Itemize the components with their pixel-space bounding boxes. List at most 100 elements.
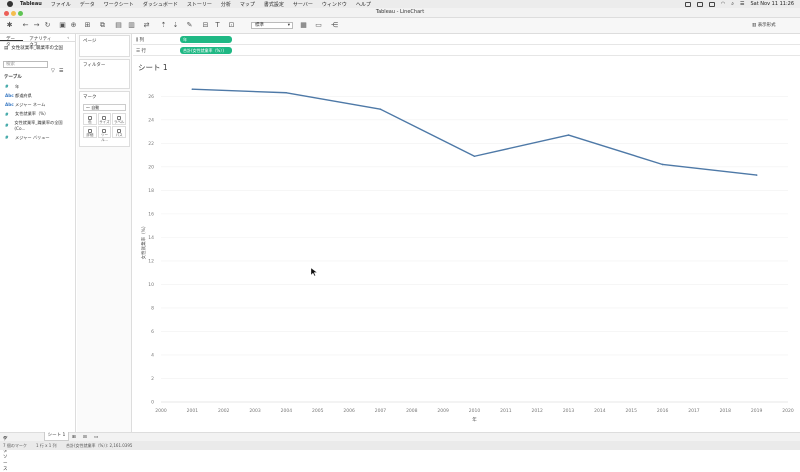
view-options-icon[interactable]: ☰ [59,68,63,74]
replay-icon[interactable]: ↻ [44,22,51,29]
sheet-tab[interactable]: シート 1 [44,432,69,441]
datasource-name: 女性就業率_職業率の全国 [11,46,64,51]
data-point [379,108,382,111]
field-name: メジャー ネーム [15,101,46,107]
new-sheet-tab-icon[interactable]: ⊞ [72,435,76,440]
fit-size-select[interactable]: 標準 ▾ [251,22,293,29]
dimension-icon: Abc [5,102,14,108]
y-tick-label: 0 [151,400,154,406]
menu-data[interactable]: データ [80,1,95,8]
rows-pill[interactable]: 合計(女性就業率（%）) [180,47,232,54]
series-line [192,88,757,176]
app-menu[interactable]: Tableau [20,1,42,7]
highlight-icon[interactable]: ✎ [186,22,193,29]
field-item[interactable]: # 女性就業率（%） [0,110,75,119]
columns-shelf[interactable]: ⫼ 列 年 [133,34,800,45]
menu-dashboard[interactable]: ダッシュボード [143,1,178,8]
tab-data[interactable]: データ [0,34,24,48]
x-tick-label: 2005 [312,408,324,414]
tableau-logo-icon[interactable]: ✱ [6,22,13,29]
x-tick-label: 2017 [688,408,700,414]
menu-window[interactable]: ウィンドウ [322,1,347,8]
collapse-icon[interactable]: ‹ [61,34,75,41]
new-sheet-icon[interactable]: ⊞ [84,22,91,29]
control-center-icon[interactable]: ☰ [740,1,744,7]
measure-icon: # [5,135,9,141]
x-axis-label: 年 [472,416,477,423]
clock: Sat Nov 11 11:26 [750,1,795,7]
field-item[interactable]: # 女性就業率_職業率の全国 (Co... [0,119,75,133]
path-icon [117,128,122,133]
fix-axes-icon[interactable]: ⊡ [228,22,235,29]
pages-card[interactable]: ページ [79,35,130,57]
detail-button[interactable]: 詳細 [83,126,97,138]
field-item[interactable]: # メジャー バリュー [0,133,75,142]
size-button[interactable]: サイズ [97,113,112,125]
chevron-down-icon: ▾ [287,23,290,28]
show-labels-icon[interactable]: ▦ [300,22,307,29]
label-icon[interactable]: T [214,22,221,29]
new-datasource-icon[interactable]: ⊕ [70,22,77,29]
show-me-button[interactable]: ▥ 表示形式 [752,22,776,28]
group-icon[interactable]: ⊟ [202,22,209,29]
wifi-icon[interactable]: ◠ [721,1,725,7]
measure-icon: # [5,84,9,90]
battery-icon[interactable] [708,1,715,7]
filter-icon[interactable]: ▽ [51,68,55,74]
data-point [473,155,476,158]
size-label: サイズ [99,120,110,124]
menu-help[interactable]: ヘルプ [356,1,371,8]
x-tick-label: 2009 [437,408,449,414]
undo-icon[interactable]: ← [22,22,29,29]
menu-format[interactable]: 書式設定 [264,1,284,8]
apple-icon[interactable] [7,1,13,7]
color-label: 色 [88,120,92,124]
y-tick-label: 22 [148,141,154,147]
menu-analysis[interactable]: 分析 [221,1,231,8]
duplicate-icon[interactable]: ⧉ [99,22,106,29]
tooltip-button[interactable]: ツール... [97,126,112,142]
x-tick-label: 2001 [187,408,199,414]
dimension-icon: Abc [5,93,14,99]
menu-story[interactable]: ストーリー [187,1,212,8]
tooltip-icon [102,128,107,133]
path-button[interactable]: パス [112,126,126,138]
field-item[interactable]: # 年 [0,82,75,91]
menu-server[interactable]: サーバー [293,1,313,8]
columns-pill[interactable]: 年 [180,36,232,43]
filters-card[interactable]: フィルター [79,59,130,89]
redo-icon[interactable]: → [33,22,40,29]
search-input[interactable]: 検索 [3,61,48,68]
detail-label: 詳細 [86,133,94,137]
label-button[interactable]: ラベル [112,113,126,125]
menu-map[interactable]: マップ [240,1,255,8]
share-icon[interactable]: ⋲ [331,22,338,29]
new-dashboard-tab-icon[interactable]: ⊟ [83,435,87,440]
line-chart[interactable]: 024681012141618202224262000 2001 2002 2003 2… [133,56,800,432]
presentation-icon[interactable]: ▭ [315,22,322,29]
field-item[interactable]: Abc メジャー ネーム [0,100,75,109]
status-icon[interactable] [696,1,703,7]
color-button[interactable]: 色 [83,113,97,125]
x-tick-label: 2004 [281,408,293,414]
x-tick-label: 2007 [375,408,387,414]
swap-icon[interactable]: ⇄ [143,22,150,29]
rows-shelf[interactable]: ☰ 行 合計(女性就業率（%）) [133,45,800,56]
new-story-tab-icon[interactable]: ▭ [94,435,98,440]
chart-type-icon[interactable]: ▤ [115,22,122,29]
x-tick-label: 2016 [657,408,669,414]
sort-asc-icon[interactable]: ⇡ [160,22,167,29]
sort-desc-icon[interactable]: ⇣ [172,22,179,29]
path-label: パス [115,133,123,137]
field-item[interactable]: Abc 都道府県 [0,91,75,100]
search-icon[interactable]: ⌕ [731,1,734,7]
tab-analytics[interactable]: アナリティクス [23,34,61,48]
pause-icon[interactable]: ▥ [128,22,135,29]
status-icon[interactable] [684,1,691,7]
save-icon[interactable]: ▣ [59,22,66,29]
detail-icon [87,128,92,133]
menu-file[interactable]: ファイル [51,1,71,8]
label-icon [117,115,122,120]
mark-type-select[interactable]: 〜 自動 [83,104,126,111]
menu-worksheet[interactable]: ワークシート [104,1,134,8]
